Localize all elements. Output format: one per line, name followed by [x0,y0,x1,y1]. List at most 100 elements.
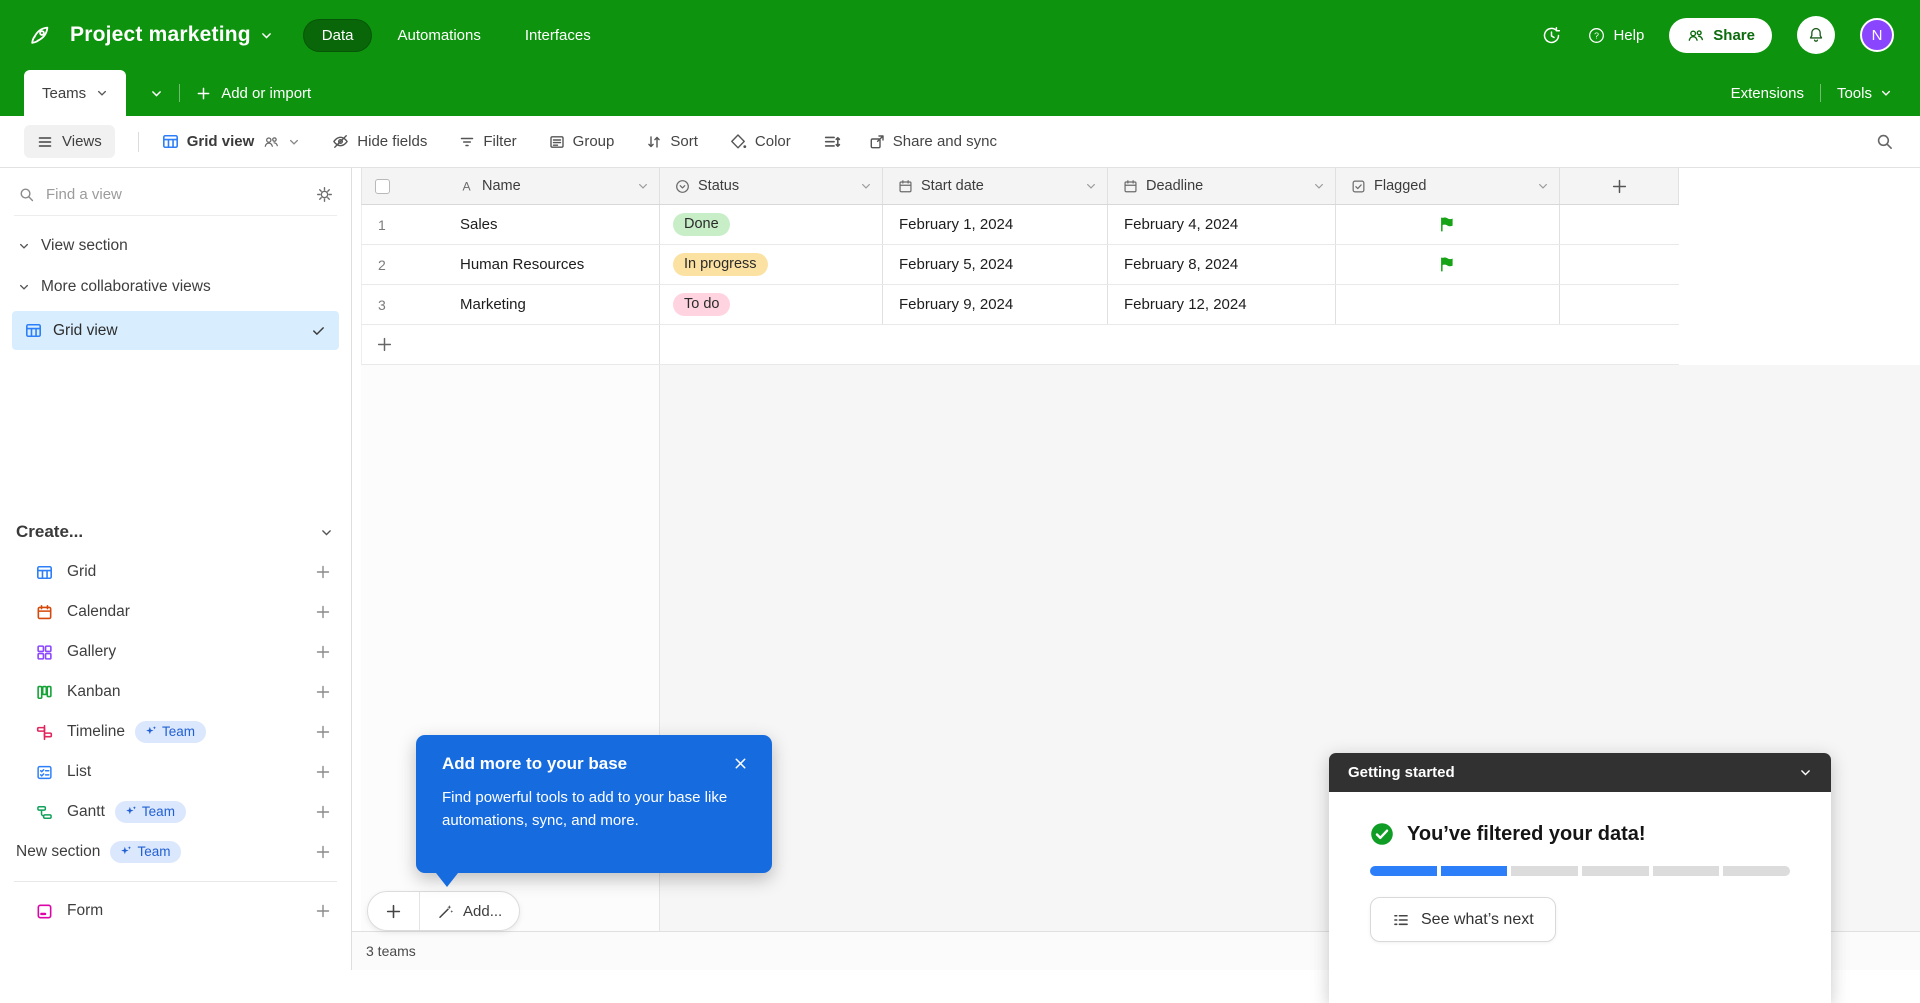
column-header-status[interactable]: Status [660,168,883,204]
base-name-menu[interactable]: Project marketing [70,23,273,47]
cell-flagged[interactable] [1336,285,1560,324]
cell-text: Sales [460,216,498,233]
plus-icon[interactable] [315,844,331,860]
sort-button[interactable]: Sort [646,133,698,150]
close-icon[interactable] [733,756,748,771]
cell-flagged[interactable] [1336,245,1560,284]
find-a-view[interactable]: Find a view [14,174,337,216]
checkbox-field-icon [1351,179,1366,194]
search-icon[interactable] [1875,132,1894,151]
color-button[interactable]: Color [730,133,791,150]
add-or-import-button[interactable]: Add or import [196,85,311,102]
cell-start-date[interactable]: February 9, 2024 [883,285,1108,324]
create-section-header[interactable]: Create... [16,522,333,542]
getting-started-header[interactable]: Getting started [1329,753,1831,792]
add-row-plus-button[interactable] [368,892,419,930]
avatar[interactable]: N [1860,18,1894,52]
create-item-label: Grid [67,563,97,580]
share-button[interactable]: Share [1669,17,1772,53]
current-view-button[interactable]: Grid view [162,133,301,151]
plus-icon[interactable] [315,764,331,780]
cell-name[interactable]: Human Resources [444,245,660,284]
notifications-button[interactable] [1797,16,1835,54]
cell-name[interactable]: Marketing [444,285,660,324]
group-icon [549,134,565,150]
gallery-icon [36,644,55,661]
cell-deadline[interactable]: February 12, 2024 [1108,285,1336,324]
plus-icon[interactable] [315,804,331,820]
cell-deadline[interactable]: February 4, 2024 [1108,205,1336,244]
column-header-deadline[interactable]: Deadline [1108,168,1336,204]
plus-icon[interactable] [315,684,331,700]
plus-icon[interactable] [315,604,331,620]
table-list-expander[interactable] [150,87,163,100]
create-item-gantt[interactable]: Gantt Team [0,792,351,832]
views-button[interactable]: Views [24,125,115,158]
create-item-calendar[interactable]: Calendar [0,592,351,632]
tab-data[interactable]: Data [302,18,373,52]
create-item-grid[interactable]: Grid [0,552,351,592]
cell-status[interactable]: In progress [660,245,883,284]
table-tab-teams[interactable]: Teams [24,70,127,116]
sparkle-icon [119,845,132,858]
add-record-button[interactable] [362,325,660,364]
share-and-sync-button[interactable]: Share and sync [869,133,997,150]
add-field-button[interactable] [1560,168,1679,204]
help-button[interactable]: ? Help [1587,26,1644,45]
create-item-timeline[interactable]: Timeline Team [0,712,351,752]
create-item-gallery[interactable]: Gallery [0,632,351,672]
sidebar-section-more-collaborative-views[interactable]: More collaborative views [0,266,351,307]
tools-button[interactable]: Tools [1837,85,1892,102]
group-button[interactable]: Group [549,133,614,150]
cell-deadline[interactable]: February 8, 2024 [1108,245,1336,284]
tab-automations[interactable]: Automations [378,19,499,52]
separator [137,131,139,152]
row-height-button[interactable] [823,133,841,151]
search-icon [18,186,35,203]
color-label: Color [754,133,791,150]
gear-icon[interactable] [316,186,333,203]
table-row: 3 Marketing To do February 9, 2024 Febru… [361,285,1679,325]
create-item-new-section[interactable]: New section Team [0,832,351,872]
cell-name[interactable]: Sales [444,205,660,244]
create-item-kanban[interactable]: Kanban [0,672,351,712]
cell-text: February 4, 2024 [1124,216,1239,233]
plus-icon[interactable] [315,724,331,740]
history-icon[interactable] [1541,25,1562,46]
share-and-sync-label: Share and sync [892,133,997,150]
plus-icon[interactable] [315,903,331,919]
column-header-start-date[interactable]: Start date [883,168,1108,204]
create-item-form[interactable]: Form [0,891,351,931]
sparkle-icon [124,805,137,818]
filter-icon [459,134,475,150]
status-badge: To do [673,293,731,316]
cell-status[interactable]: Done [660,205,883,244]
see-whats-next-button[interactable]: See what’s next [1370,897,1556,942]
kanban-icon [36,684,55,701]
plus-icon[interactable] [315,564,331,580]
add-dot-dot-dot-button[interactable]: Add... [420,892,519,930]
filter-label: Filter [483,133,517,150]
see-whats-next-label: See what’s next [1421,910,1534,928]
add-pill: Add... [367,891,521,931]
create-item-list[interactable]: List [0,752,351,792]
flag-icon [1439,256,1456,273]
cell-flagged[interactable] [1336,205,1560,244]
cell-status[interactable]: To do [660,285,883,324]
check-circle-icon [1370,822,1394,846]
column-header-flagged[interactable]: Flagged [1336,168,1560,204]
filter-button[interactable]: Filter [459,133,517,150]
grid-view-icon [162,133,179,150]
chevron-down-icon[interactable] [1799,766,1812,779]
extensions-button[interactable]: Extensions [1731,85,1804,102]
date-field-icon [1123,179,1138,194]
sidebar-section-view-section[interactable]: View section [0,225,351,266]
hide-fields-button[interactable]: Hide fields [332,133,427,150]
plus-icon[interactable] [315,644,331,660]
tab-interfaces[interactable]: Interfaces [506,19,610,52]
sidebar-item-grid-view[interactable]: Grid view [12,311,339,350]
cell-start-date[interactable]: February 5, 2024 [883,245,1108,284]
select-all-checkbox[interactable] [375,178,390,194]
column-header-name[interactable]: A Name [444,168,660,204]
cell-start-date[interactable]: February 1, 2024 [883,205,1108,244]
